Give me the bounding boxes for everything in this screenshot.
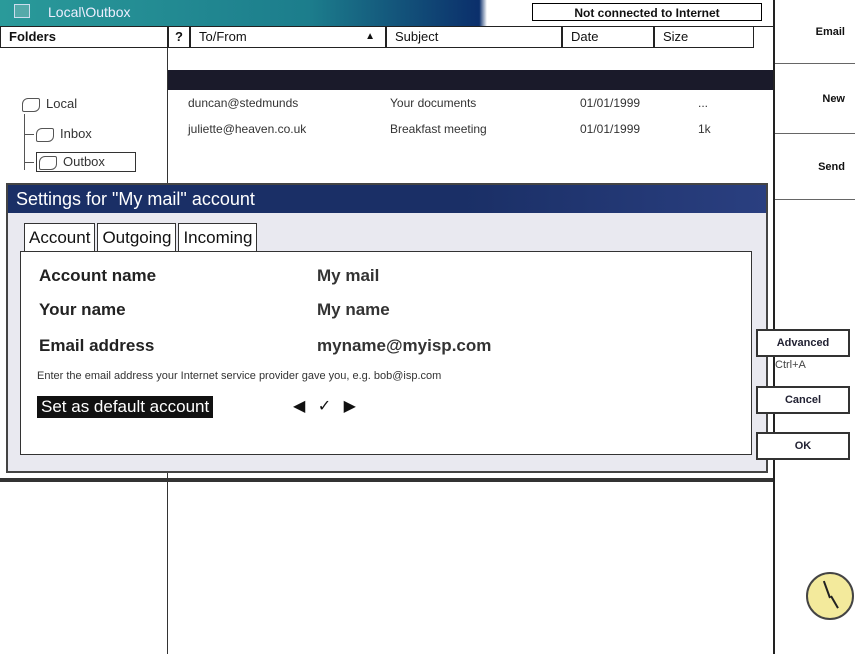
flag-column-header[interactable]: ?	[168, 26, 190, 48]
message-subject: Breakfast meeting	[390, 122, 487, 136]
email-hint-text: Enter the email address your Internet se…	[37, 370, 442, 382]
size-column-header[interactable]: Size	[654, 26, 754, 48]
folder-outbox-label: Outbox	[63, 154, 105, 169]
message-row-selected[interactable]	[168, 70, 773, 90]
email-button[interactable]: Email	[775, 0, 855, 64]
send-button[interactable]: Send	[775, 134, 855, 200]
account-settings-dialog: Settings for "My mail" account Account O…	[6, 183, 768, 473]
app-icon[interactable]	[14, 4, 30, 18]
account-name-field[interactable]: My mail	[317, 266, 379, 286]
folder-inbox-label: Inbox	[60, 126, 92, 141]
window-title: Local\Outbox	[48, 4, 131, 20]
dialog-title: Settings for "My mail" account	[8, 185, 766, 213]
account-name-label: Account name	[39, 266, 157, 285]
ok-button[interactable]: OK	[756, 432, 850, 460]
message-list: duncan@stedmunds Your documents 01/01/19…	[168, 48, 773, 178]
cancel-button[interactable]: Cancel	[756, 386, 850, 414]
folders-header: Folders	[0, 26, 168, 48]
folder-local[interactable]: Local	[22, 96, 77, 112]
new-button[interactable]: New	[775, 64, 855, 134]
toggle-arrows-icon[interactable]: ◀ ✓ ▶	[293, 396, 360, 418]
sort-ascending-icon: ▲	[365, 31, 375, 42]
tab-strip: Account Outgoing Incoming	[24, 223, 259, 251]
to-from-label: To/From	[199, 29, 247, 44]
message-to: duncan@stedmunds	[188, 96, 299, 110]
message-date: 01/01/1999	[580, 96, 641, 110]
set-default-account-toggle[interactable]: Set as default account	[37, 396, 214, 418]
folder-inbox[interactable]: Inbox	[36, 126, 92, 142]
outbox-folder-icon	[39, 155, 57, 170]
account-tab-panel: Account name My mail Your name My name E…	[20, 251, 752, 455]
folder-local-label: Local	[46, 96, 78, 111]
message-row[interactable]: juliette@heaven.co.uk Breakfast meeting …	[168, 118, 773, 140]
inbox-folder-icon	[36, 127, 54, 142]
date-column-header[interactable]: Date	[562, 26, 654, 48]
message-date: 01/01/1999	[580, 122, 641, 136]
message-subject: Your documents	[390, 96, 477, 110]
tab-incoming[interactable]: Incoming	[178, 223, 258, 251]
folder-outbox[interactable]: Outbox	[36, 152, 136, 172]
message-size: ...	[698, 96, 709, 110]
title-bar: Local\Outbox Not connected to Internet	[0, 0, 773, 27]
advanced-shortcut: Ctrl+A	[775, 359, 806, 371]
subject-column-header[interactable]: Subject	[386, 26, 562, 48]
divider	[0, 478, 773, 482]
clock-icon	[806, 572, 854, 620]
message-to: juliette@heaven.co.uk	[188, 122, 307, 136]
message-size: 1k	[698, 122, 711, 136]
email-address-field[interactable]: myname@myisp.com	[317, 336, 491, 356]
tab-outgoing[interactable]: Outgoing	[97, 223, 177, 251]
tab-account[interactable]: Account	[24, 223, 96, 251]
local-folder-icon	[22, 97, 40, 112]
message-row[interactable]: duncan@stedmunds Your documents 01/01/19…	[168, 92, 773, 114]
connection-status: Not connected to Internet	[532, 3, 762, 21]
command-panel: Email New Send	[773, 0, 855, 654]
to-from-column-header[interactable]: To/From ▲	[190, 26, 386, 48]
advanced-button[interactable]: Advanced	[756, 329, 850, 357]
email-address-label: Email address	[39, 336, 155, 355]
your-name-label: Your name	[39, 300, 126, 319]
your-name-field[interactable]: My name	[317, 300, 390, 320]
